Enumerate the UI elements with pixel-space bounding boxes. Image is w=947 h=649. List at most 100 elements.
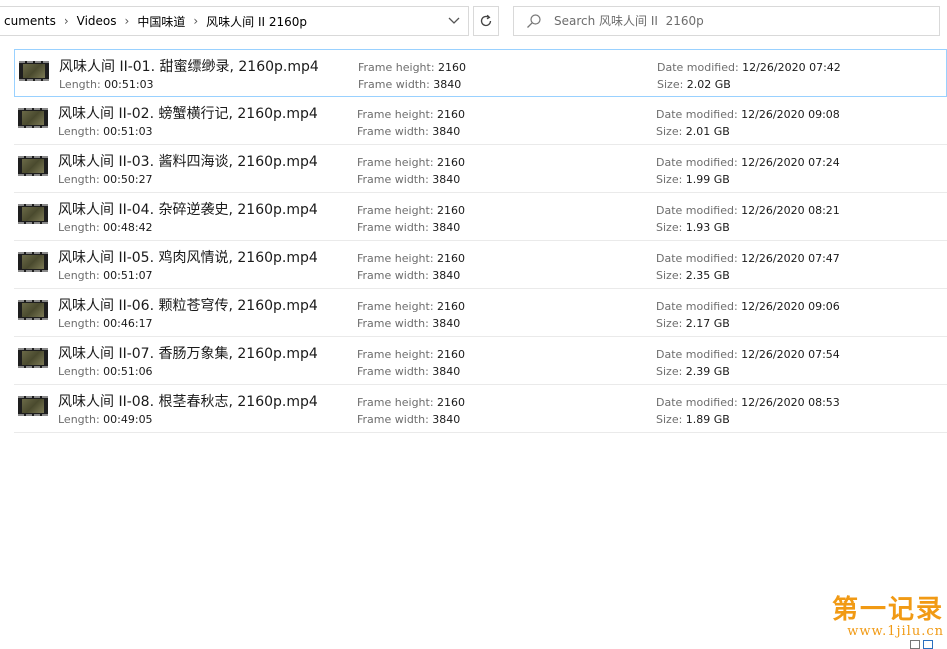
length-label: Length:	[58, 413, 100, 426]
frame-height: Frame height: 2160	[357, 300, 465, 313]
size-label: Size:	[657, 78, 684, 91]
frame-width: Frame width: 3840	[357, 221, 460, 234]
length-value: 00:50:27	[103, 173, 153, 186]
chevron-down-icon[interactable]	[440, 7, 468, 35]
date-modified: Date modified: 12/26/2020 08:53	[656, 396, 840, 409]
video-thumbnail-icon	[19, 61, 49, 81]
file-size: Size: 1.89 GB	[656, 413, 730, 426]
frame-width-value: 3840	[432, 413, 461, 426]
frame-width-value: 3840	[432, 365, 461, 378]
frame-width: Frame width: 3840	[357, 173, 460, 186]
length-label: Length:	[58, 365, 100, 378]
length-value: 00:49:05	[103, 413, 153, 426]
file-size: Size: 1.93 GB	[656, 221, 730, 234]
file-size: Size: 2.35 GB	[656, 269, 730, 282]
file-length: Length: 00:48:42	[58, 221, 153, 234]
date-modified-value: 12/26/2020 07:54	[741, 348, 840, 361]
frame-width-label: Frame width:	[357, 125, 429, 138]
frame-width-label: Frame width:	[357, 317, 429, 330]
chevron-right-icon[interactable]: ›	[121, 14, 134, 28]
video-thumbnail-icon	[18, 300, 48, 320]
size-label: Size:	[656, 317, 683, 330]
breadcrumb-item-category[interactable]: 中国味道	[133, 13, 189, 30]
date-modified: Date modified: 12/26/2020 09:06	[656, 300, 840, 313]
frame-width-value: 3840	[432, 173, 461, 186]
file-size: Size: 2.01 GB	[656, 125, 730, 138]
video-thumbnail-icon	[18, 252, 48, 272]
search-input[interactable]	[554, 11, 934, 31]
file-length: Length: 00:51:06	[58, 365, 153, 378]
date-modified: Date modified: 12/26/2020 07:47	[656, 252, 840, 265]
chevron-right-icon[interactable]: ›	[60, 14, 73, 28]
frame-width: Frame width: 3840	[357, 269, 460, 282]
size-value: 1.99 GB	[685, 173, 730, 186]
file-row[interactable]: 风味人间 II-04. 杂碎逆袭史, 2160p.mp4 Length: 00:…	[14, 193, 947, 241]
frame-height: Frame height: 2160	[357, 204, 465, 217]
size-label: Size:	[656, 173, 683, 186]
frame-height-value: 2160	[437, 300, 466, 313]
video-thumbnail-icon	[18, 156, 48, 176]
date-modified-label: Date modified:	[656, 108, 738, 121]
length-label: Length:	[58, 269, 100, 282]
file-row[interactable]: 风味人间 II-03. 酱料四海谈, 2160p.mp4 Length: 00:…	[14, 145, 947, 193]
file-name: 风味人间 II-06. 颗粒苍穹传, 2160p.mp4	[58, 298, 318, 314]
breadcrumb-item-current-folder[interactable]: 风味人间 II 2160p	[202, 13, 311, 30]
search-icon	[526, 13, 542, 29]
file-row[interactable]: 风味人间 II-01. 甜蜜缥缈录, 2160p.mp4 Length: 00:…	[14, 49, 947, 97]
file-size: Size: 2.17 GB	[656, 317, 730, 330]
file-length: Length: 00:49:05	[58, 413, 153, 426]
date-modified-label: Date modified:	[656, 156, 738, 169]
frame-height-value: 2160	[437, 108, 466, 121]
breadcrumb-item-documents[interactable]: cuments	[0, 14, 60, 28]
date-modified-value: 12/26/2020 08:21	[741, 204, 840, 217]
date-modified-value: 12/26/2020 07:42	[742, 61, 841, 74]
breadcrumb-item-videos[interactable]: Videos	[73, 14, 121, 28]
file-row[interactable]: 风味人间 II-08. 根茎春秋志, 2160p.mp4 Length: 00:…	[14, 385, 947, 433]
date-modified-value: 12/26/2020 07:47	[741, 252, 840, 265]
refresh-icon[interactable]	[473, 6, 499, 36]
breadcrumb[interactable]: cuments › Videos › 中国味道 › 风味人间 II 2160p	[0, 7, 440, 35]
frame-height: Frame height: 2160	[357, 156, 465, 169]
file-row[interactable]: 风味人间 II-07. 香肠万象集, 2160p.mp4 Length: 00:…	[14, 337, 947, 385]
date-modified: Date modified: 12/26/2020 09:08	[656, 108, 840, 121]
video-thumbnail-icon	[18, 108, 48, 128]
frame-height-label: Frame height:	[357, 396, 434, 409]
size-value: 2.02 GB	[686, 78, 731, 91]
video-thumbnail-icon	[18, 348, 48, 368]
frame-height-label: Frame height:	[357, 348, 434, 361]
video-thumbnail-icon	[18, 396, 48, 416]
frame-height-label: Frame height:	[358, 61, 435, 74]
file-length: Length: 00:51:03	[58, 125, 153, 138]
date-modified-label: Date modified:	[656, 348, 738, 361]
file-row[interactable]: 风味人间 II-02. 螃蟹横行记, 2160p.mp4 Length: 00:…	[14, 97, 947, 145]
frame-height-label: Frame height:	[357, 300, 434, 313]
chevron-right-icon[interactable]: ›	[189, 14, 202, 28]
file-row[interactable]: 风味人间 II-05. 鸡肉风情说, 2160p.mp4 Length: 00:…	[14, 241, 947, 289]
watermark: 第一记录 www.1jilu.cn	[786, 596, 944, 640]
frame-width-value: 3840	[432, 269, 461, 282]
frame-height-label: Frame height:	[357, 156, 434, 169]
address-bar[interactable]: cuments › Videos › 中国味道 › 风味人间 II 2160p	[0, 6, 469, 36]
frame-height-value: 2160	[437, 396, 466, 409]
frame-height-value: 2160	[437, 204, 466, 217]
file-name: 风味人间 II-07. 香肠万象集, 2160p.mp4	[58, 346, 318, 362]
file-row[interactable]: 风味人间 II-06. 颗粒苍穹传, 2160p.mp4 Length: 00:…	[14, 289, 947, 337]
frame-height-label: Frame height:	[357, 252, 434, 265]
details-view-icon[interactable]	[910, 640, 920, 649]
date-modified-label: Date modified:	[656, 252, 738, 265]
size-label: Size:	[656, 269, 683, 282]
frame-width: Frame width: 3840	[357, 317, 460, 330]
date-modified-value: 12/26/2020 07:24	[741, 156, 840, 169]
file-name: 风味人间 II-01. 甜蜜缥缈录, 2160p.mp4	[59, 59, 319, 75]
file-size: Size: 2.39 GB	[656, 365, 730, 378]
file-list: 风味人间 II-01. 甜蜜缥缈录, 2160p.mp4 Length: 00:…	[14, 49, 947, 433]
tiles-view-icon[interactable]	[923, 640, 933, 649]
frame-width-value: 3840	[432, 125, 461, 138]
frame-width: Frame width: 3840	[357, 365, 460, 378]
size-value: 2.35 GB	[685, 269, 730, 282]
search-box[interactable]	[513, 6, 940, 36]
file-name: 风味人间 II-05. 鸡肉风情说, 2160p.mp4	[58, 250, 318, 266]
frame-width-value: 3840	[432, 317, 461, 330]
frame-width: Frame width: 3840	[357, 125, 460, 138]
date-modified: Date modified: 12/26/2020 07:24	[656, 156, 840, 169]
